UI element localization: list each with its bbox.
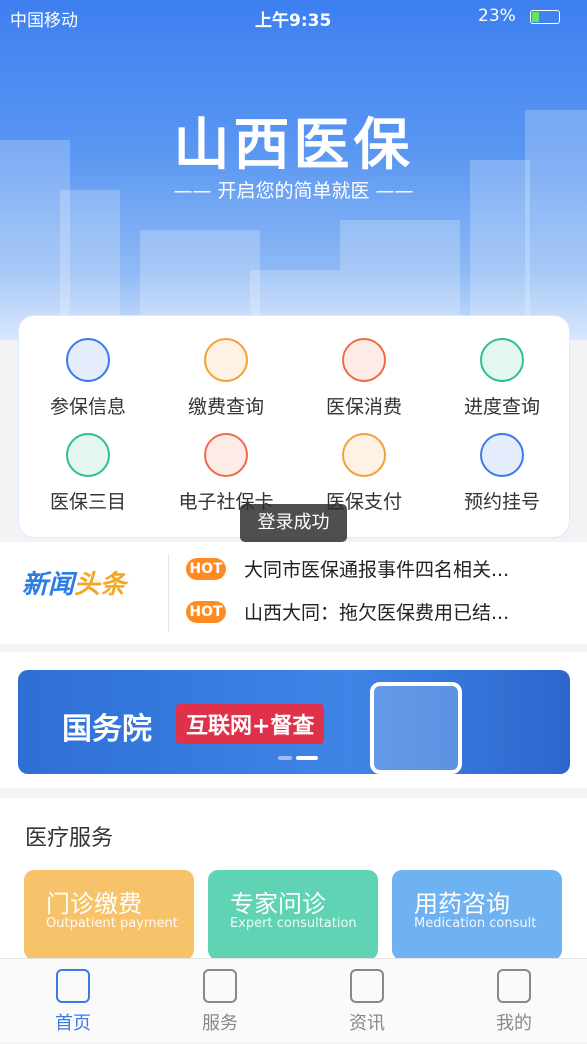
grid-item[interactable]: 参保信息 [19, 338, 157, 419]
news-item[interactable]: HOT 大同市医保通报事件四名相关... [186, 555, 566, 585]
service-title: 专家问诊 [230, 890, 326, 918]
grid-item[interactable]: 缴费查询 [157, 338, 295, 419]
home-icon [56, 969, 90, 1003]
grid-item-label: 参保信息 [49, 396, 126, 418]
list-icon [66, 433, 110, 477]
news-title: 大同市医保通报事件四名相关... [244, 559, 510, 581]
section-title: 医疗服务 [25, 826, 114, 851]
si-card-icon [204, 433, 248, 477]
news-headlines: 新闻头条 HOT 大同市医保通报事件四名相关... HOT 山西大同：拖欠医保费… [0, 542, 587, 644]
grid-item[interactable]: 进度查询 [433, 338, 571, 419]
tab-bar: 首页 服务 资讯 我的 [0, 958, 587, 1043]
wallet-icon [342, 433, 386, 477]
hot-badge: HOT [186, 601, 226, 623]
app-subtitle: —— 开启您的简单就医 —— [173, 180, 414, 202]
service-card[interactable]: 门诊缴费 Outpatient payment [24, 870, 194, 960]
status-bar: 中国移动 上午9:35 23% [0, 0, 587, 34]
service-subtitle: Medication consult [414, 916, 537, 931]
tab-profile[interactable]: 我的 [441, 959, 587, 1044]
app-title: 山西医保 [173, 113, 414, 178]
tab-label: 首页 [55, 1013, 91, 1034]
service-subtitle: Outpatient payment [46, 916, 178, 931]
tab-label: 服务 [202, 1013, 238, 1034]
divider [168, 554, 169, 632]
grid-item-label: 医保三目 [49, 491, 126, 513]
service-card[interactable]: 用药咨询 Medication consult [392, 870, 562, 960]
medical-services: 医疗服务 门诊缴费 Outpatient payment 专家问诊 Expert co… [0, 798, 587, 960]
promo-banner[interactable]: 国务院 互联网+督查 [18, 670, 570, 774]
service-title: 用药咨询 [414, 890, 510, 918]
banner-tag: 互联网+督查 [176, 704, 325, 744]
grid-item[interactable]: 电子社保卡 [157, 433, 295, 514]
services-icon [203, 969, 237, 1003]
news-item[interactable]: HOT 山西大同：拖欠医保费用已结... [186, 598, 566, 628]
plus-icon [480, 433, 524, 477]
banner-title: 国务院 [62, 712, 152, 747]
service-card[interactable]: 专家问诊 Expert consultation [208, 870, 378, 960]
grid-item-label: 缴费查询 [187, 396, 264, 418]
grid-item-label: 预约挂号 [463, 491, 540, 513]
grid-item-label: 医保消费 [325, 396, 402, 418]
phone-illustration-icon [370, 682, 462, 774]
hot-badge: HOT [186, 558, 226, 580]
tab-label: 资讯 [349, 1013, 385, 1034]
battery-percent: 23% [478, 6, 516, 26]
tab-news[interactable]: 资讯 [294, 959, 440, 1044]
grid-item[interactable]: 医保支付 [295, 433, 433, 514]
tab-label: 我的 [496, 1013, 532, 1034]
insurance-info-icon [66, 338, 110, 382]
profile-icon [497, 969, 531, 1003]
payment-query-icon [204, 338, 248, 382]
news-title: 山西大同：拖欠医保费用已结... [244, 602, 510, 624]
grid-item-label: 进度查询 [463, 396, 540, 418]
service-title: 门诊缴费 [46, 890, 142, 918]
news-icon [350, 969, 384, 1003]
carousel-indicator [278, 756, 318, 760]
login-success-toast: 登录成功 [240, 504, 347, 542]
service-subtitle: Expert consultation [230, 916, 357, 931]
news-logo: 新闻头条 [22, 570, 127, 600]
tab-home[interactable]: 首页 [0, 959, 146, 1044]
grid-item[interactable]: 医保消费 [295, 338, 433, 419]
carrier: 中国移动 [10, 11, 78, 31]
tab-services[interactable]: 服务 [147, 959, 293, 1044]
progress-icon [480, 338, 524, 382]
clock: 上午9:35 [255, 11, 332, 31]
yuan-icon [342, 338, 386, 382]
grid-item[interactable]: 预约挂号 [433, 433, 571, 514]
hero-banner: 中国移动 上午9:35 23% 山西医保 —— 开启您的简单就医 —— [0, 0, 587, 340]
battery-icon [530, 10, 560, 24]
banner-section: 国务院 互联网+督查 [0, 652, 587, 788]
grid-item[interactable]: 医保三目 [19, 433, 157, 514]
